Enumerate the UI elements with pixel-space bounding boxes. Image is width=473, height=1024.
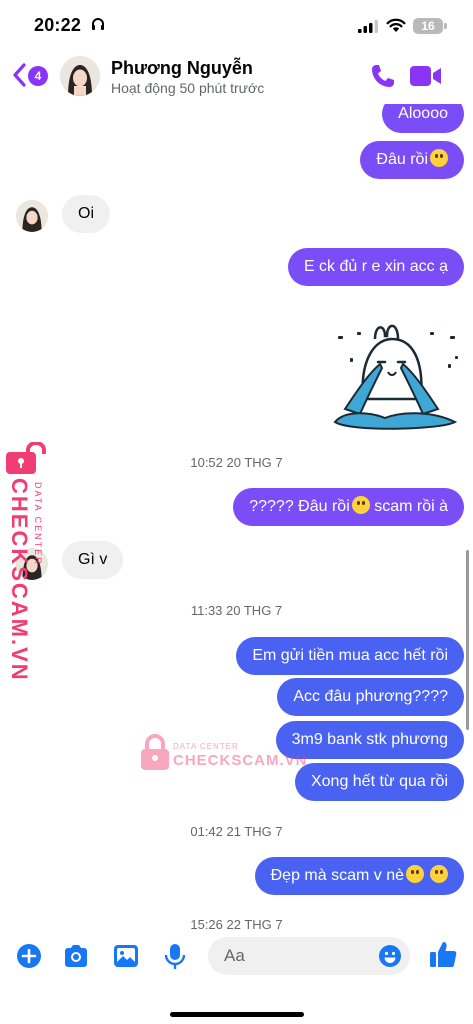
- watermark-center: DATA CENTER CHECKSCAM.VN: [141, 734, 307, 774]
- chat-header: 4 Phương Nguyễn Hoạt động 50 phút trước: [0, 48, 473, 104]
- emoji-picker-icon[interactable]: [378, 944, 402, 968]
- message-text: Acc đâu phương????: [293, 688, 448, 705]
- watermark-brand: CHECKSCAM.VN: [7, 478, 32, 682]
- message-list[interactable]: Aloooo Đâu rồi Oi E ck đủ r e xin acc ạ: [0, 104, 473, 930]
- crying-bunny-sticker[interactable]: [330, 314, 460, 439]
- message-composer: Aa: [0, 930, 473, 1024]
- contact-avatar[interactable]: [60, 56, 100, 96]
- contact-activity-status: Hoạt động 50 phút trước: [111, 80, 265, 96]
- message-text: 3m9 bank stk phương: [291, 731, 448, 748]
- thumbs-up-icon[interactable]: [428, 939, 458, 969]
- image-gallery-icon[interactable]: [112, 942, 140, 970]
- lock-icon: [6, 442, 46, 474]
- cellular-signal-icon: [358, 20, 378, 33]
- pleading-face-emoji: [430, 149, 448, 167]
- lock-icon: [141, 734, 169, 770]
- wifi-icon: [386, 18, 406, 32]
- message-timestamp: 11:33 20 THG 7: [190, 603, 283, 618]
- message-text: scam rồi à: [369, 498, 448, 515]
- message-input[interactable]: Aa: [208, 937, 410, 975]
- headphones-icon: [92, 18, 104, 30]
- message-text: E ck đủ r e xin acc ạ: [303, 258, 448, 275]
- phone-call-icon[interactable]: [370, 63, 396, 89]
- message-bubble[interactable]: Oi: [62, 195, 110, 233]
- battery-indicator: 16: [413, 18, 443, 34]
- message-text: Gì v: [78, 551, 108, 568]
- message-text: Đâu rồi: [376, 151, 428, 168]
- watermark-subtitle: DATA CENTER: [33, 482, 43, 566]
- grinning-face-emoji: [406, 865, 424, 883]
- chat-scrollbar[interactable]: [466, 550, 469, 730]
- message-bubble[interactable]: Đẹp mà scam v nè: [254, 857, 464, 895]
- microphone-icon[interactable]: [161, 942, 189, 970]
- message-text: Xong hết từ qua rồi: [310, 773, 448, 790]
- grinning-face-emoji: [430, 865, 448, 883]
- battery-tip: [444, 23, 447, 29]
- back-chevron-icon[interactable]: [12, 62, 28, 88]
- unread-count-badge[interactable]: 4: [28, 66, 48, 86]
- home-indicator: [170, 1012, 304, 1017]
- message-text: Đẹp mà scam v nè: [270, 867, 404, 884]
- message-bubble[interactable]: E ck đủ r e xin acc ạ: [287, 248, 464, 286]
- message-text: Aloooo: [398, 105, 448, 122]
- watermark-brand: CHECKSCAM.VN: [173, 752, 308, 769]
- watermark-subtitle: DATA CENTER: [173, 742, 239, 751]
- message-bubble[interactable]: Aloooo: [382, 104, 464, 133]
- message-text: ????? Đâu rồi: [249, 498, 350, 515]
- message-input-placeholder: Aa: [224, 946, 245, 965]
- contact-avatar-small[interactable]: [16, 200, 48, 232]
- message-bubble[interactable]: Gì v: [62, 541, 124, 579]
- message-timestamp: 01:42 21 THG 7: [190, 824, 283, 839]
- watermark-vertical: CHECKSCAM.VN DATA CENTER: [6, 442, 56, 682]
- plus-circle-icon[interactable]: [15, 942, 43, 970]
- message-text: Em gửi tiền mua acc hết rồi: [252, 647, 448, 664]
- message-bubble[interactable]: Em gửi tiền mua acc hết rồi: [236, 637, 464, 675]
- message-text: Oi: [78, 205, 94, 222]
- message-bubble[interactable]: Acc đâu phương????: [277, 678, 464, 716]
- video-call-icon[interactable]: [410, 65, 442, 87]
- camera-icon[interactable]: [62, 942, 90, 970]
- message-bubble[interactable]: Đâu rồi: [360, 141, 464, 179]
- message-timestamp: 15:26 22 THG 7: [190, 917, 283, 930]
- message-bubble[interactable]: ????? Đâu rồi scam rồi à: [233, 488, 464, 526]
- message-bubble[interactable]: Xong hết từ qua rồi: [294, 763, 464, 801]
- status-bar: 20:22 16: [0, 0, 473, 48]
- message-timestamp: 10:52 20 THG 7: [190, 455, 283, 470]
- contact-name[interactable]: Phương Nguyễn: [111, 58, 253, 79]
- status-time: 20:22: [34, 15, 82, 35]
- crying-face-emoji: [351, 496, 370, 514]
